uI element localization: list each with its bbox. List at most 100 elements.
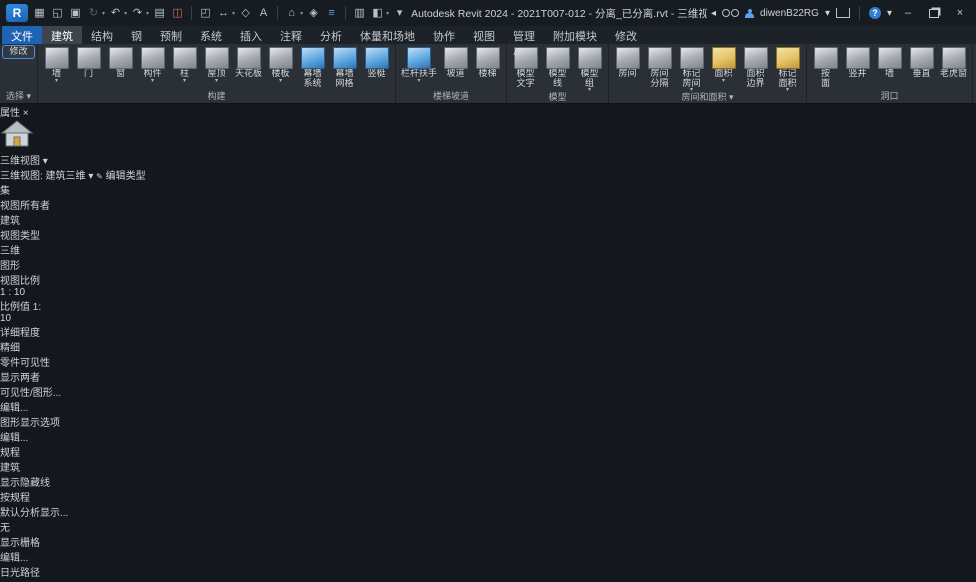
default-3d-view-icon[interactable]: ⌂ bbox=[284, 5, 299, 21]
chevron-left-icon[interactable]: ◂ bbox=[711, 8, 716, 19]
ribbon-button-curtain-grid[interactable]: 幕墙网格 bbox=[329, 46, 360, 89]
thin-lines-icon[interactable]: ≡ bbox=[324, 5, 339, 21]
property-value[interactable]: 建筑 bbox=[0, 459, 976, 474]
ribbon-group-label[interactable]: 选择 ▾ bbox=[0, 90, 37, 103]
undo-icon-chevron[interactable]: ▾ bbox=[124, 10, 127, 17]
aligned-dimension-icon-chevron[interactable]: ▾ bbox=[232, 10, 235, 17]
ribbon-button-railing[interactable]: 栏杆扶手▾ bbox=[399, 46, 439, 85]
property-value[interactable]: 按规程 bbox=[0, 489, 976, 504]
ribbon-button-opening-by-face[interactable]: 按面 bbox=[810, 46, 841, 89]
ribbon-tab-结构[interactable]: 结构 bbox=[82, 26, 122, 44]
ribbon-button-tag-room[interactable]: 标记房间▾ bbox=[676, 46, 707, 94]
text-icon[interactable]: A bbox=[256, 5, 271, 21]
ribbon-button-area[interactable]: 面积▾ bbox=[708, 46, 739, 85]
property-value[interactable]: 建筑 bbox=[0, 212, 976, 227]
property-value[interactable]: 编辑... bbox=[0, 549, 976, 564]
ribbon-button-ceiling[interactable]: 天花板 bbox=[233, 46, 264, 80]
dropdown-chevron-icon[interactable]: ▾ bbox=[418, 79, 421, 84]
instance-label[interactable]: 三维视图: 建筑三维 bbox=[0, 171, 86, 182]
ribbon-tab-预制[interactable]: 预制 bbox=[151, 26, 191, 44]
switch-windows-icon-chevron[interactable]: ▾ bbox=[386, 10, 389, 17]
ribbon-button-wall-opening[interactable]: 墙 bbox=[874, 46, 905, 80]
ribbon-button-tag-area[interactable]: 标记面积▾ bbox=[772, 46, 803, 94]
revit-logo-icon[interactable]: R bbox=[6, 4, 28, 22]
ribbon-button-cursor[interactable]: 修改 bbox=[3, 46, 34, 58]
ribbon-button-model-line[interactable]: 模型线 bbox=[542, 46, 573, 89]
undo-icon[interactable]: ↶ bbox=[108, 5, 123, 21]
user-avatar-icon[interactable] bbox=[745, 9, 754, 18]
ribbon-tab-分析[interactable]: 分析 bbox=[311, 26, 351, 44]
ribbon-button-roof[interactable]: 屋顶▾ bbox=[201, 46, 232, 85]
ribbon-tab-体量和场地[interactable]: 体量和场地 bbox=[351, 26, 424, 44]
property-value[interactable]: 无 bbox=[0, 519, 976, 534]
ribbon-button-curtain-system[interactable]: 幕墙系统 bbox=[297, 46, 328, 89]
switch-windows-icon[interactable]: ◧ bbox=[370, 5, 385, 21]
search-help-icon[interactable] bbox=[722, 9, 739, 17]
dropdown-chevron-icon[interactable]: ▾ bbox=[151, 79, 154, 84]
dropdown-chevron-icon[interactable]: ▾ bbox=[722, 79, 725, 84]
ribbon-button-ramp[interactable]: 坡道 bbox=[440, 46, 471, 80]
property-value[interactable]: 编辑... bbox=[0, 429, 976, 444]
redo-icon-chevron[interactable]: ▾ bbox=[146, 10, 149, 17]
transfer-icon[interactable]: ◫ bbox=[170, 5, 185, 21]
aligned-dimension-icon[interactable]: ↔ bbox=[216, 5, 231, 21]
minimize-button[interactable]: – bbox=[898, 5, 918, 21]
ribbon-tab-钢[interactable]: 钢 bbox=[122, 26, 151, 44]
bim-manager-icon[interactable]: ▦ bbox=[32, 5, 47, 21]
open-icon[interactable]: ◱ bbox=[50, 5, 65, 21]
ribbon-tab-文件[interactable]: 文件 bbox=[2, 26, 42, 44]
ribbon-tab-插入[interactable]: 插入 bbox=[231, 26, 271, 44]
edit-button[interactable]: 编辑... bbox=[0, 549, 976, 564]
close-button[interactable]: × bbox=[950, 5, 970, 21]
ribbon-tab-协作[interactable]: 协作 bbox=[424, 26, 464, 44]
ribbon-button-room-separator[interactable]: 房间分隔 bbox=[644, 46, 675, 89]
ribbon-button-model-group[interactable]: 模型组▾ bbox=[574, 46, 605, 94]
ribbon-button-stair[interactable]: 楼梯 bbox=[472, 46, 503, 80]
property-value[interactable]: 显示两者 bbox=[0, 369, 976, 384]
ribbon-tab-系统[interactable]: 系统 bbox=[191, 26, 231, 44]
ribbon-button-dormer[interactable]: 老虎窗 bbox=[938, 46, 969, 80]
restore-button[interactable] bbox=[924, 5, 944, 21]
ribbon-button-wall[interactable]: 墙▾ bbox=[41, 46, 72, 85]
ribbon-tab-管理[interactable]: 管理 bbox=[504, 26, 544, 44]
edit-type-button[interactable]: ✎ 编辑类型 bbox=[96, 171, 145, 182]
ribbon-button-vertical-opening[interactable]: 垂直 bbox=[906, 46, 937, 80]
dropdown-chevron-icon[interactable]: ▾ bbox=[215, 79, 218, 84]
ribbon-tab-建筑[interactable]: 建筑 bbox=[42, 26, 82, 44]
ribbon-group-label[interactable]: 房间和面积 ▾ bbox=[609, 91, 806, 104]
tag-by-category-icon[interactable]: ◇ bbox=[238, 5, 253, 21]
redo-icon[interactable]: ↷ bbox=[130, 5, 145, 21]
sync-with-central-icon-chevron[interactable]: ▾ bbox=[102, 10, 105, 17]
edit-button[interactable]: 编辑... bbox=[0, 429, 976, 444]
ribbon-button-floor[interactable]: 楼板▾ bbox=[265, 46, 296, 85]
print-icon[interactable]: ▤ bbox=[152, 5, 167, 21]
help-menu-chevron-icon[interactable]: ▾ bbox=[887, 8, 892, 19]
instance-chevron-icon[interactable]: ▾ bbox=[88, 171, 93, 182]
properties-close-icon[interactable]: × bbox=[23, 108, 29, 119]
ribbon-button-shaft[interactable]: 竖井 bbox=[842, 46, 873, 80]
ribbon-tab-视图[interactable]: 视图 bbox=[464, 26, 504, 44]
property-value[interactable]: 1 : 10 bbox=[0, 287, 976, 298]
property-value[interactable]: 编辑... bbox=[0, 399, 976, 414]
customize-qat-icon[interactable]: ▾ bbox=[392, 5, 407, 21]
ribbon-tab-注释[interactable]: 注释 bbox=[271, 26, 311, 44]
section-box-icon[interactable]: ◰ bbox=[198, 5, 213, 21]
store-cart-icon[interactable] bbox=[836, 8, 850, 18]
edit-button[interactable]: 编辑... bbox=[0, 399, 976, 414]
property-value[interactable]: 10 bbox=[0, 313, 976, 324]
property-value[interactable]: 精细 bbox=[0, 339, 976, 354]
sync-with-central-icon[interactable]: ↻ bbox=[86, 5, 101, 21]
dropdown-chevron-icon[interactable]: ▾ bbox=[183, 79, 186, 84]
help-icon[interactable]: ? bbox=[869, 7, 881, 19]
dropdown-chevron-icon[interactable]: ▾ bbox=[55, 79, 58, 84]
type-selector-chevron-icon[interactable]: ▾ bbox=[43, 156, 48, 167]
property-value[interactable]: 三维 bbox=[0, 242, 976, 257]
default-3d-view-icon-chevron[interactable]: ▾ bbox=[300, 10, 303, 17]
render-icon[interactable]: ◈ bbox=[306, 5, 321, 21]
close-hidden-windows-icon[interactable]: ▥ bbox=[352, 5, 367, 21]
ribbon-button-component[interactable]: 构件▾ bbox=[137, 46, 168, 85]
property-group-header[interactable]: 集 bbox=[0, 182, 976, 197]
ribbon-button-door[interactable]: 门 bbox=[73, 46, 104, 80]
property-group-header[interactable]: 图形 bbox=[0, 257, 976, 272]
type-selector[interactable]: 三维视图 ▾ bbox=[0, 119, 976, 167]
